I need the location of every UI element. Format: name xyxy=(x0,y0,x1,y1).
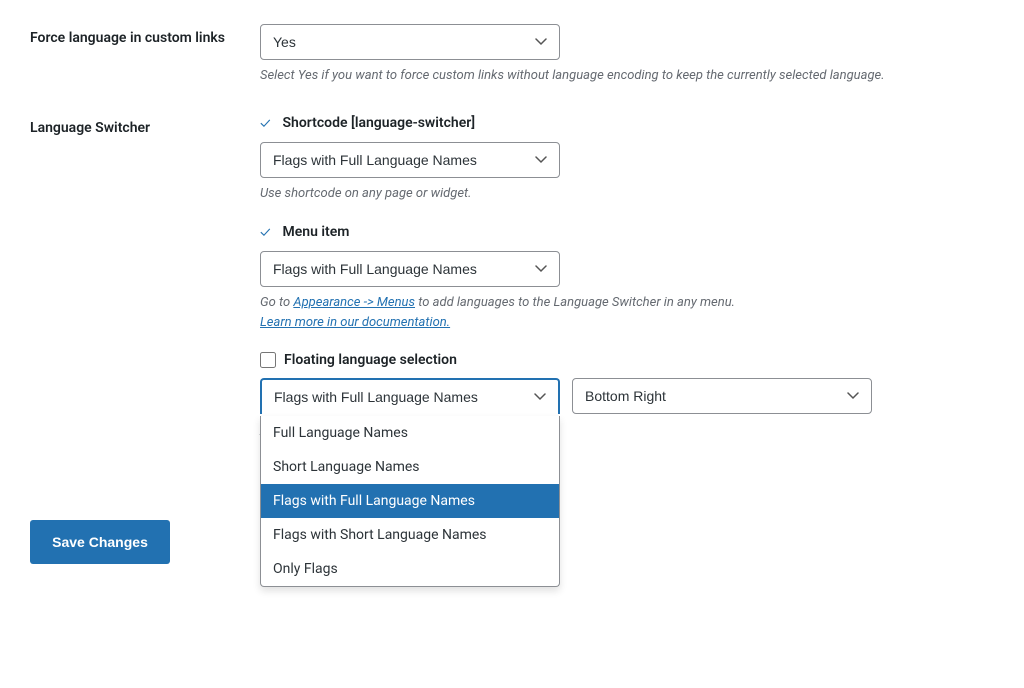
language-switcher-label: Language Switcher xyxy=(30,114,260,136)
floating-position-dropdown[interactable]: Bottom Right Bottom Left Top Right Top L… xyxy=(572,378,872,414)
force-language-description: Select Yes if you want to force custom l… xyxy=(260,66,900,86)
floating-checkbox[interactable] xyxy=(260,352,276,368)
force-language-row: Force language in custom links Yes No Se… xyxy=(30,24,994,86)
save-changes-button[interactable]: Save Changes xyxy=(30,520,170,564)
shortcode-style-dropdown[interactable]: Full Language Names Short Language Names… xyxy=(260,142,560,178)
menu-item-section: ✓ Menu item Full Language Names Short La… xyxy=(260,223,994,332)
floating-dropdown-open: Full Language Names Short Language Names… xyxy=(260,416,560,587)
menu-item-label: Menu item xyxy=(283,224,350,240)
dropdown-option-only-flags[interactable]: Only Flags xyxy=(261,552,559,586)
dropdown-option-flags-short[interactable]: Flags with Short Language Names xyxy=(261,518,559,552)
dropdown-option-flags-full[interactable]: Flags with Full Language Names xyxy=(261,484,559,518)
shortcode-checkbox-row: ✓ Shortcode [language-switcher] xyxy=(260,114,994,132)
menu-item-description: Go to Appearance -> Menus to add languag… xyxy=(260,293,900,332)
force-language-content: Yes No Select Yes if you want to force c… xyxy=(260,24,994,86)
appearance-menus-link[interactable]: Appearance -> Menus xyxy=(293,295,415,310)
language-switcher-row: Language Switcher ✓ Shortcode [language-… xyxy=(30,114,994,462)
shortcode-label: Shortcode [language-switcher] xyxy=(283,115,476,131)
language-switcher-content: ✓ Shortcode [language-switcher] Full Lan… xyxy=(260,114,994,462)
floating-style-wrapper: Full Language Names Short Language Names… xyxy=(260,378,560,414)
floating-label: Floating language selection xyxy=(284,352,457,368)
dropdown-option-short-language[interactable]: Short Language Names xyxy=(261,450,559,484)
settings-page: Force language in custom links Yes No Se… xyxy=(0,0,1024,688)
menu-item-style-dropdown[interactable]: Full Language Names Short Language Names… xyxy=(260,251,560,287)
floating-section: Floating language selection Full Languag… xyxy=(260,352,994,442)
floating-dropdowns-row: Full Language Names Short Language Names… xyxy=(260,378,994,414)
floating-checkbox-row: Floating language selection xyxy=(260,352,994,368)
learn-more-link[interactable]: Learn more in our documentation. xyxy=(260,315,450,330)
shortcode-description: Use shortcode on any page or widget. xyxy=(260,184,900,204)
shortcode-section: ✓ Shortcode [language-switcher] Full Lan… xyxy=(260,114,994,204)
dropdown-option-full-language[interactable]: Full Language Names xyxy=(261,416,559,450)
menu-item-checkbox-row: ✓ Menu item xyxy=(260,223,994,241)
menu-item-checkmark: ✓ xyxy=(260,223,271,241)
force-language-dropdown[interactable]: Yes No xyxy=(260,24,560,60)
force-language-label: Force language in custom links xyxy=(30,24,260,46)
floating-style-dropdown[interactable]: Full Language Names Short Language Names… xyxy=(260,378,560,414)
shortcode-checkmark: ✓ xyxy=(260,114,271,132)
